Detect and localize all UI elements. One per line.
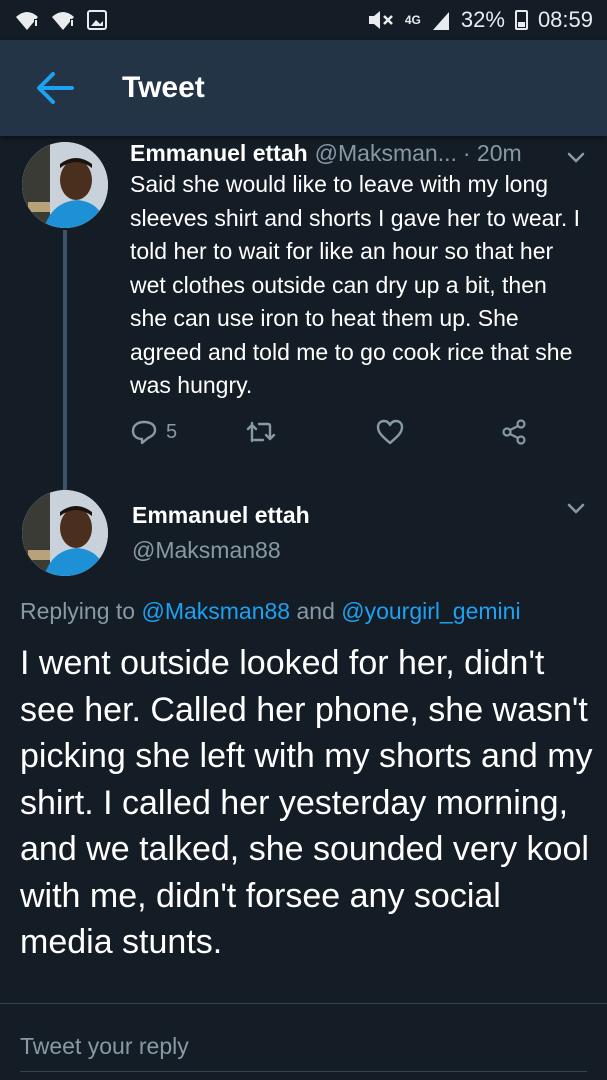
- app-bar: Tweet: [0, 40, 607, 136]
- reply-bar: [0, 1003, 607, 1080]
- avatar[interactable]: [22, 142, 108, 228]
- reply-input[interactable]: [20, 1026, 590, 1066]
- tweet-time: · 20m: [462, 139, 522, 166]
- signal-icon: [431, 10, 451, 30]
- share-button[interactable]: [500, 418, 528, 446]
- chevron-down-icon[interactable]: [566, 144, 586, 171]
- status-bar: 4G 32% 08:59: [0, 0, 607, 40]
- author-name[interactable]: Emmanuel ettah: [132, 502, 310, 529]
- network-type: 4G: [404, 13, 421, 27]
- reply-icon: [131, 420, 157, 445]
- avatar[interactable]: [22, 490, 108, 576]
- replying-to: Replying to @Maksman88 and @yourgirl_gem…: [20, 598, 521, 625]
- mention-link[interactable]: @Maksman88: [141, 598, 290, 624]
- wifi-alert-icon: [14, 9, 40, 31]
- tweet-header: Emmanuel ettah @Maksman... · 20m: [130, 136, 590, 170]
- arrow-left-icon: [37, 72, 74, 104]
- mention-link[interactable]: @yourgirl_gemini: [341, 598, 520, 624]
- wifi-alert-icon: [50, 9, 76, 31]
- notification-icons: [14, 9, 108, 31]
- image-icon: [86, 9, 108, 31]
- battery-icon: [514, 10, 528, 30]
- clock: 08:59: [537, 7, 593, 32]
- input-underline: [20, 1071, 587, 1072]
- battery-percent: 32%: [460, 7, 505, 32]
- author-handle[interactable]: @Maksman88: [132, 537, 281, 564]
- back-button[interactable]: [20, 53, 90, 123]
- reply-button[interactable]: 5: [130, 418, 245, 446]
- tweet-text: Said she would like to leave with my lon…: [130, 171, 581, 398]
- replying-prefix: Replying to: [20, 598, 136, 624]
- reply-count: 5: [166, 420, 178, 443]
- retweet-button[interactable]: [245, 419, 375, 445]
- page-title: Tweet: [122, 71, 205, 104]
- mute-icon: [365, 9, 395, 31]
- chevron-down-icon[interactable]: [566, 502, 586, 521]
- retweet-icon: [246, 421, 276, 443]
- author-handle[interactable]: @Maksman...: [315, 140, 457, 167]
- author-name[interactable]: Emmanuel ettah: [130, 140, 308, 167]
- share-icon: [502, 419, 526, 445]
- tweet-text: I went outside looked for her, didn't se…: [20, 644, 593, 961]
- replying-and: and: [296, 598, 335, 624]
- tweet-actions: 5: [130, 412, 550, 452]
- heart-icon: [376, 419, 404, 445]
- thread-line: [63, 230, 67, 492]
- like-button[interactable]: [375, 418, 500, 446]
